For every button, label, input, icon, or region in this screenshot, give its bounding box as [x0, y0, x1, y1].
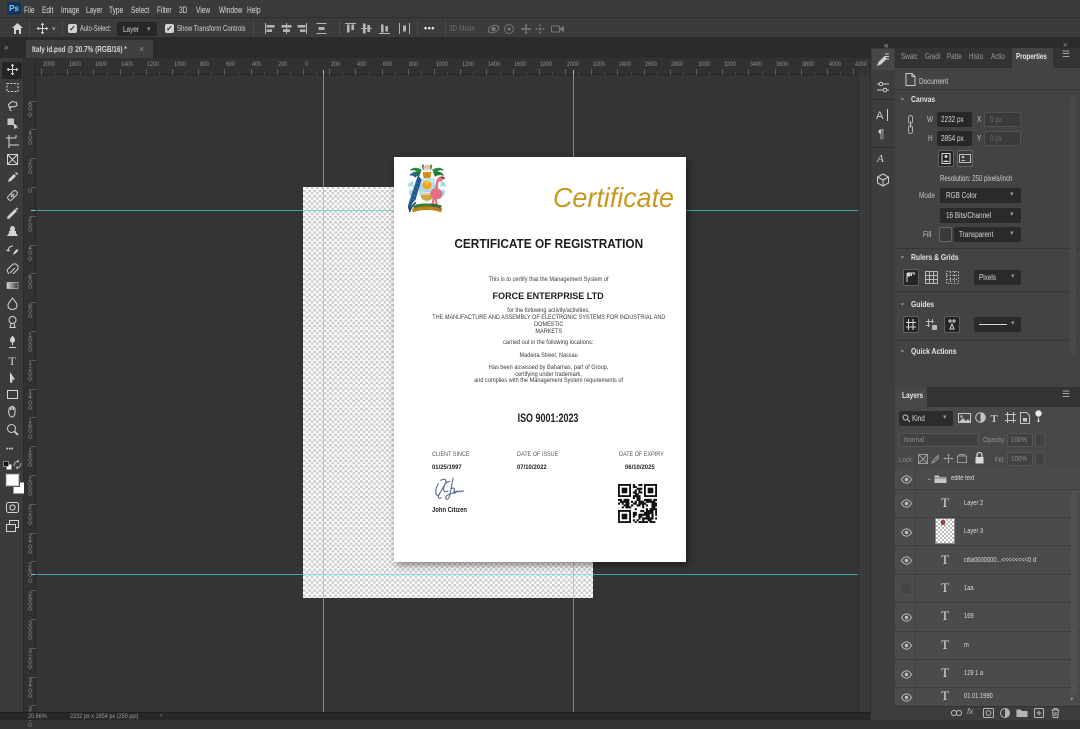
svg-text:A: A	[876, 110, 884, 122]
svg-text:T: T	[991, 413, 999, 423]
svg-text:¶: ¶	[878, 127, 884, 140]
svg-text:T: T	[8, 354, 16, 367]
svg-text:A: A	[876, 153, 884, 165]
